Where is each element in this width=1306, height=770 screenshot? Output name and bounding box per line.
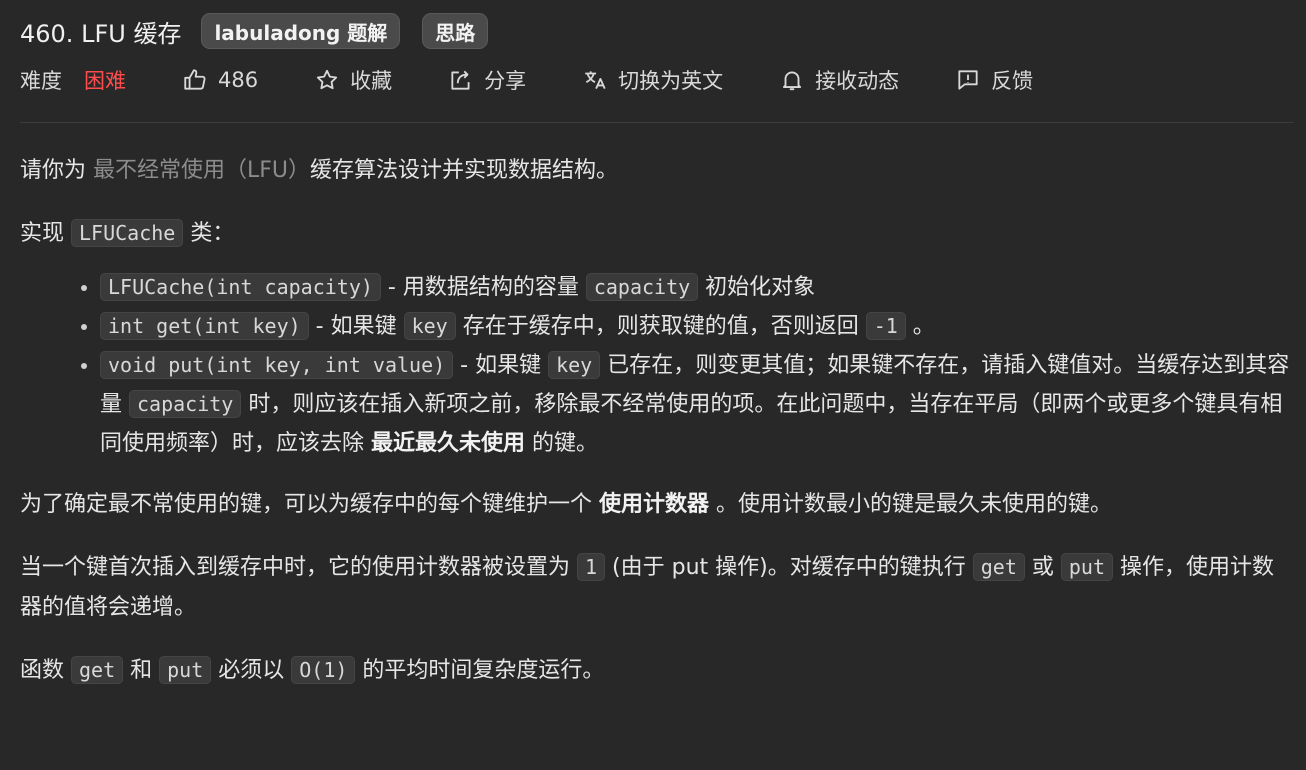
bold-text: 使用计数器 (599, 492, 710, 517)
text: 实现 (20, 221, 71, 246)
bold-text: 最近最久未使用 (371, 431, 526, 456)
like-button[interactable]: 486 (182, 67, 258, 93)
text: 类： (183, 221, 235, 246)
text: - 如果键 (308, 314, 404, 339)
meta-row: 难度 困难 486 收藏 分享 切换为英文 接收动态 反馈 (20, 52, 1294, 108)
inline-code: put (159, 656, 212, 684)
problem-description: 请你为 最不经常使用（LFU）缓存算法设计并实现数据结构。 实现 LFUCach… (20, 151, 1294, 691)
paragraph-counter: 为了确定最不常使用的键，可以为缓存中的每个键维护一个 使用计数器 。使用计数最小… (20, 485, 1294, 525)
favorite-button[interactable]: 收藏 (314, 65, 392, 95)
text: - 如果键 (453, 353, 549, 378)
title-row: 460. LFU 缓存 labuladong 题解 思路 (20, 10, 1294, 52)
inline-code: capacity (585, 273, 699, 301)
paragraph-increment: 当一个键首次插入到缓存中时，它的使用计数器被设置为 1 (由于 put 操作)。… (20, 547, 1294, 628)
star-icon (314, 67, 340, 93)
text: 请你为 (20, 158, 93, 183)
text: 的平均时间复杂度运行。 (355, 658, 605, 683)
favorite-label: 收藏 (350, 69, 393, 93)
text: 和 (123, 658, 160, 683)
subscribe-label: 接收动态 (815, 69, 900, 93)
feedback-icon (955, 67, 981, 93)
text: 。使用计数最小的键是最久未使用的键。 (709, 492, 1113, 517)
inline-code: capacity (129, 390, 242, 418)
difficulty-label: 难度 (20, 69, 62, 93)
inline-code: get (972, 553, 1025, 581)
translate-icon (582, 67, 608, 93)
share-icon (448, 67, 474, 93)
inline-code: put (1060, 553, 1113, 581)
text: 。 (905, 314, 935, 339)
problem-panel: 460. LFU 缓存 labuladong 题解 思路 难度 困难 486 收… (20, 10, 1294, 691)
translate-label: 切换为英文 (618, 69, 724, 93)
difficulty-value: 困难 (84, 69, 126, 93)
inline-code: LFUCache(int capacity) (100, 273, 381, 301)
inline-code: void put(int key, int value) (100, 351, 454, 379)
inline-code: LFUCache (71, 219, 184, 247)
inline-code: 1 (577, 553, 606, 581)
feedback-label: 反馈 (991, 69, 1034, 93)
inline-code: key (403, 312, 456, 340)
paragraph-implement: 实现 LFUCache 类： (20, 213, 1294, 254)
text: 必须以 (211, 658, 292, 683)
method-list: LFUCache(int capacity) - 用数据结构的容量 capaci… (20, 268, 1294, 463)
difficulty: 难度 困难 (20, 65, 126, 95)
subscribe-button[interactable]: 接收动态 (779, 65, 899, 95)
text: 或 (1024, 555, 1061, 580)
text: 时，则应该在插入新项之前，移除最不经常使用的项。在此问题中，当存在平局（即两个或… (100, 392, 1283, 456)
text: 存在于缓存中，则获取键的值，否则返回 (455, 314, 866, 339)
paragraph-intro: 请你为 最不经常使用（LFU）缓存算法设计并实现数据结构。 (20, 151, 1294, 191)
bell-icon (779, 67, 805, 93)
paragraph-complexity: 函数 get 和 put 必须以 O(1) 的平均时间复杂度运行。 (20, 650, 1294, 691)
list-item: int get(int key) - 如果键 key 存在于缓存中，则获取键的值… (100, 307, 1294, 346)
inline-code: get (71, 656, 124, 684)
inline-code: O(1) (291, 656, 356, 684)
translate-button[interactable]: 切换为英文 (582, 65, 723, 95)
idea-tag[interactable]: 思路 (422, 13, 489, 49)
problem-title: 460. LFU 缓存 (20, 19, 182, 48)
text: 缓存算法设计并实现数据结构。 (310, 158, 619, 183)
text: 函数 (20, 658, 71, 683)
divider (20, 122, 1294, 123)
list-item: void put(int key, int value) - 如果键 key 已… (100, 346, 1294, 463)
text: 的键。 (525, 431, 599, 456)
text: 初始化对象 (698, 275, 816, 300)
inline-code: key (548, 351, 601, 379)
labuladong-solution-tag[interactable]: labuladong 题解 (201, 13, 401, 49)
lfu-link[interactable]: 最不经常使用（LFU） (93, 158, 310, 183)
list-item: LFUCache(int capacity) - 用数据结构的容量 capaci… (100, 268, 1294, 307)
text: 当一个键首次插入到缓存中时，它的使用计数器被设置为 (20, 555, 577, 580)
inline-code: int get(int key) (100, 312, 309, 340)
feedback-button[interactable]: 反馈 (955, 65, 1033, 95)
inline-code: -1 (865, 312, 906, 340)
thumbs-up-icon (182, 67, 208, 93)
share-label: 分享 (484, 69, 527, 93)
text: (由于 put 操作)。对缓存中的键执行 (605, 555, 973, 580)
text: 为了确定最不常使用的键，可以为缓存中的每个键维护一个 (20, 492, 599, 517)
share-button[interactable]: 分享 (448, 65, 526, 95)
like-count: 486 (218, 68, 259, 92)
text: - 用数据结构的容量 (380, 275, 586, 300)
